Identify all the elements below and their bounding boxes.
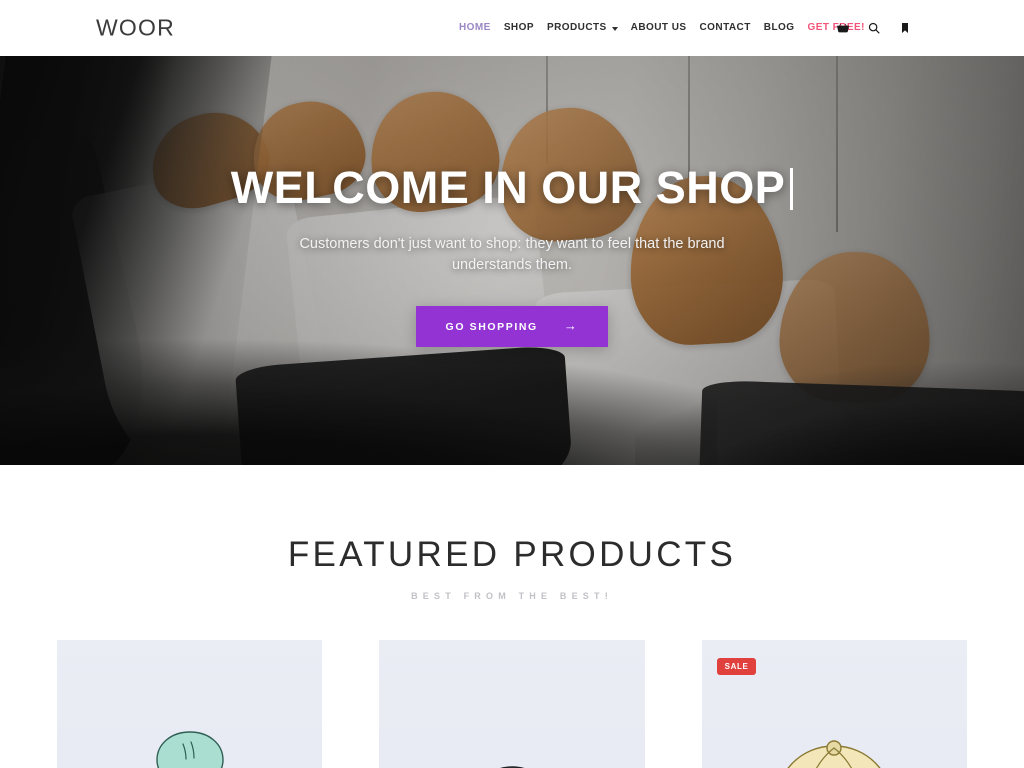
hero-banner: WELCOME IN OUR SHOP Customers don't just… <box>0 56 1024 465</box>
shopping-basket-icon[interactable] <box>836 20 850 36</box>
product-card[interactable] <box>57 640 323 768</box>
sale-badge: SALE <box>716 658 757 675</box>
product-image-hoodie <box>95 688 285 768</box>
product-image-cap <box>739 688 929 768</box>
hero-subtitle: Customers don't just want to shop: they … <box>299 236 725 274</box>
nav-item-products[interactable]: PRODUCTS <box>547 23 618 33</box>
typing-cursor <box>790 167 794 210</box>
go-shopping-button[interactable]: GO SHOPPING → <box>415 306 609 348</box>
product-card[interactable] <box>379 640 645 768</box>
nav-item-blog[interactable]: BLOG <box>764 23 795 33</box>
arrow-right-icon: → <box>563 318 579 334</box>
product-grid: SALE <box>0 640 1024 768</box>
site-logo[interactable]: WOOR <box>96 15 175 42</box>
nav-label: BLOG <box>763 22 795 33</box>
nav-item-about-us[interactable]: ABOUT US <box>631 23 687 33</box>
main-navigation: HOME SHOP PRODUCTS ABOUT US CONTACT BLOG… <box>459 23 865 33</box>
product-image-garment <box>417 688 607 768</box>
nav-label: ABOUT US <box>630 22 687 33</box>
chevron-down-icon <box>611 27 618 31</box>
featured-products-section: FEATURED PRODUCTS BEST FROM THE BEST! SA… <box>0 465 1024 768</box>
nav-item-home[interactable]: HOME <box>459 23 491 33</box>
nav-item-shop[interactable]: SHOP <box>504 23 534 33</box>
nav-label: HOME <box>459 22 491 33</box>
nav-label: SHOP <box>503 22 534 33</box>
featured-title: FEATURED PRODUCTS <box>287 535 737 574</box>
featured-subtitle: BEST FROM THE BEST! <box>411 591 613 601</box>
go-shopping-label: GO SHOPPING <box>445 320 538 333</box>
hero-title-text: WELCOME IN OUR SHOP <box>230 162 786 213</box>
site-header: WOOR HOME SHOP PRODUCTS ABOUT US CONTACT… <box>0 0 1024 56</box>
nav-item-contact[interactable]: CONTACT <box>700 23 751 33</box>
search-icon[interactable] <box>867 20 881 36</box>
nav-label: CONTACT <box>699 22 751 33</box>
nav-label: PRODUCTS <box>546 22 607 33</box>
product-card[interactable]: SALE <box>701 640 967 768</box>
bookmark-icon[interactable] <box>898 20 912 36</box>
header-icon-group <box>836 20 912 36</box>
hero-title: WELCOME IN OUR SHOP <box>231 164 794 211</box>
